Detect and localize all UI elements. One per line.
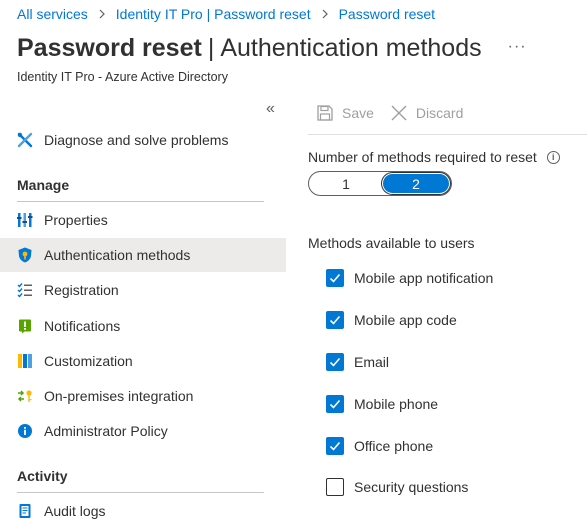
collapse-sidebar-icon[interactable]: «: [266, 100, 275, 118]
page-title: Password reset | Authentication methods ··…: [17, 34, 527, 63]
method-checkbox-row[interactable]: Security questions: [326, 478, 468, 496]
sidebar-item-label: Notifications: [44, 318, 121, 334]
sidebar-item-customization[interactable]: Customization: [0, 344, 286, 378]
more-options-icon[interactable]: ···: [508, 38, 527, 56]
audit-log-icon: [17, 503, 33, 519]
methods-required-label: Number of methods required to reset i: [308, 149, 560, 165]
chevron-right-icon: [98, 9, 106, 19]
checkbox-unchecked-icon[interactable]: [326, 478, 344, 496]
breadcrumb: All services Identity IT Pro | Password …: [17, 6, 435, 22]
toolbar-divider: [308, 134, 587, 135]
checkbox-checked-icon[interactable]: [326, 311, 344, 329]
checkbox-checked-icon[interactable]: [326, 353, 344, 371]
sidebar-item-audit-logs[interactable]: Audit logs: [0, 494, 286, 528]
toggle-option-1[interactable]: 1: [313, 172, 379, 195]
section-heading-manage: Manage: [17, 177, 70, 193]
toggle-option-2[interactable]: 2: [383, 174, 449, 193]
close-icon: [390, 104, 408, 122]
method-label: Email: [354, 354, 390, 370]
discard-button-label: Discard: [415, 105, 464, 121]
page-subtitle: Identity IT Pro - Azure Active Directory: [17, 70, 228, 84]
sidebar-item-properties[interactable]: Properties: [0, 203, 286, 237]
sidebar-item-label: Authentication methods: [44, 247, 191, 263]
sidebar-item-label: On-premises integration: [44, 388, 194, 404]
sidebar-item-label: Registration: [44, 282, 119, 298]
method-checkbox-row[interactable]: Office phone: [326, 437, 433, 455]
method-label: Mobile app notification: [354, 270, 494, 286]
discard-button[interactable]: Discard: [390, 104, 463, 122]
method-checkbox-row[interactable]: Mobile app notification: [326, 269, 493, 287]
breadcrumb-password-reset[interactable]: Password reset: [339, 6, 435, 22]
wrench-cross-icon: [17, 132, 33, 148]
method-label: Office phone: [354, 438, 434, 454]
sidebar-item-notifications[interactable]: Notifications: [0, 309, 286, 343]
save-button-label: Save: [342, 105, 374, 121]
checkbox-checked-icon[interactable]: [326, 395, 344, 413]
sidebar-item-label: Properties: [44, 212, 108, 228]
checkbox-checked-icon[interactable]: [326, 269, 344, 287]
section-divider: [17, 492, 264, 493]
sidebar-item-diagnose[interactable]: Diagnose and solve problems: [0, 123, 286, 157]
save-icon: [316, 104, 334, 122]
checkbox-checked-icon[interactable]: [326, 437, 344, 455]
sidebar-item-label: Diagnose and solve problems: [44, 132, 229, 148]
notification-icon: [17, 318, 33, 334]
page-title-text: Password reset | Authentication methods: [17, 34, 482, 63]
sidebar-item-authentication-methods[interactable]: Authentication methods: [0, 238, 286, 272]
sidebar-item-on-premises-integration[interactable]: On-premises integration: [0, 379, 286, 413]
method-label: Security questions: [354, 479, 469, 495]
shield-icon: [17, 247, 33, 263]
breadcrumb-all-services[interactable]: All services: [17, 6, 88, 22]
section-heading-activity: Activity: [17, 468, 68, 484]
methods-required-toggle: 1 2: [308, 171, 452, 196]
properties-icon: [17, 212, 33, 228]
methods-required-label-text: Number of methods required to reset: [308, 149, 537, 165]
sidebar-item-label: Audit logs: [44, 503, 106, 519]
command-bar: Save Discard: [316, 104, 463, 122]
breadcrumb-identity-password-reset[interactable]: Identity IT Pro | Password reset: [116, 6, 311, 22]
sidebar-item-registration[interactable]: Registration: [0, 273, 286, 307]
section-divider: [17, 201, 264, 202]
sidebar-item-label: Customization: [44, 353, 133, 369]
methods-available-label: Methods available to users: [308, 235, 475, 251]
page-title-separator: |: [207, 34, 215, 62]
sidebar-item-label: Administrator Policy: [44, 423, 168, 439]
method-label: Mobile app code: [354, 312, 457, 328]
method-checkbox-row[interactable]: Mobile app code: [326, 311, 457, 329]
sync-key-icon: [17, 388, 33, 404]
page-title-strong: Password reset: [17, 34, 202, 62]
customization-icon: [17, 353, 33, 369]
page-title-rest: Authentication methods: [220, 34, 482, 62]
chevron-right-icon: [321, 9, 329, 19]
sidebar-item-administrator-policy[interactable]: Administrator Policy: [0, 414, 286, 448]
method-label: Mobile phone: [354, 396, 439, 412]
checklist-icon: [17, 282, 33, 298]
save-button[interactable]: Save: [316, 104, 374, 122]
method-checkbox-row[interactable]: Email: [326, 353, 389, 371]
info-circle-icon: [17, 423, 33, 439]
info-icon[interactable]: i: [546, 150, 560, 164]
method-checkbox-row[interactable]: Mobile phone: [326, 395, 438, 413]
